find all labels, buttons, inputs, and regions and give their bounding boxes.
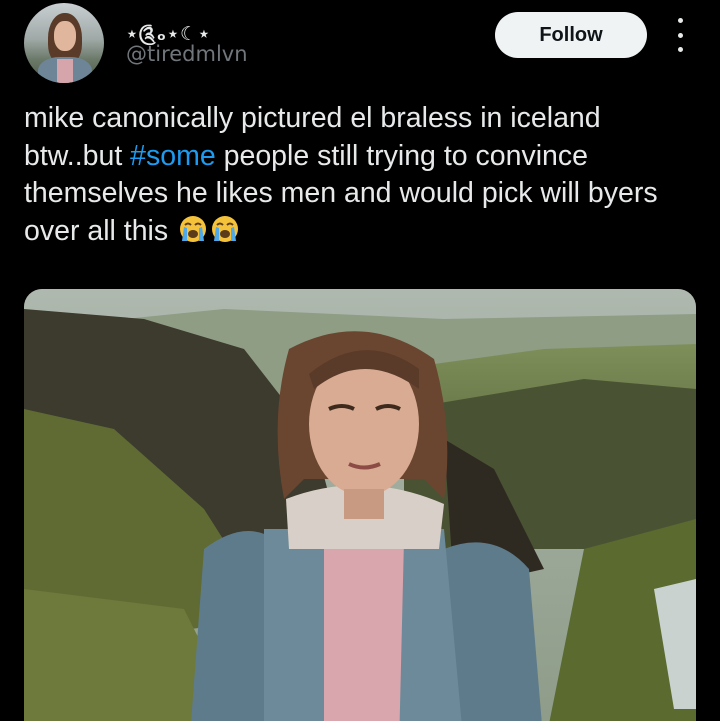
dot <box>677 32 683 38</box>
photo-scene <box>24 289 696 721</box>
dot <box>677 18 683 23</box>
more-vertical-icon[interactable] <box>670 18 690 52</box>
loudly-crying-face-icon <box>178 214 208 255</box>
hashtag-link[interactable]: #some <box>130 140 216 172</box>
tweet-media-photo[interactable] <box>24 289 696 721</box>
tweet-card: ⋆༊ₒ⋆☾⋆ @tiredmlvn Follow mike canonicall… <box>0 0 720 721</box>
follow-button[interactable]: Follow <box>495 12 647 58</box>
tweet-text: mike canonically pictured el braless in … <box>24 100 704 254</box>
avatar-shirt <box>57 59 73 83</box>
avatar[interactable] <box>24 3 104 83</box>
user-handle[interactable]: @tiredmlvn <box>126 42 248 66</box>
loudly-crying-face-icon <box>210 214 240 255</box>
avatar-face <box>54 21 76 51</box>
dot <box>677 47 683 52</box>
